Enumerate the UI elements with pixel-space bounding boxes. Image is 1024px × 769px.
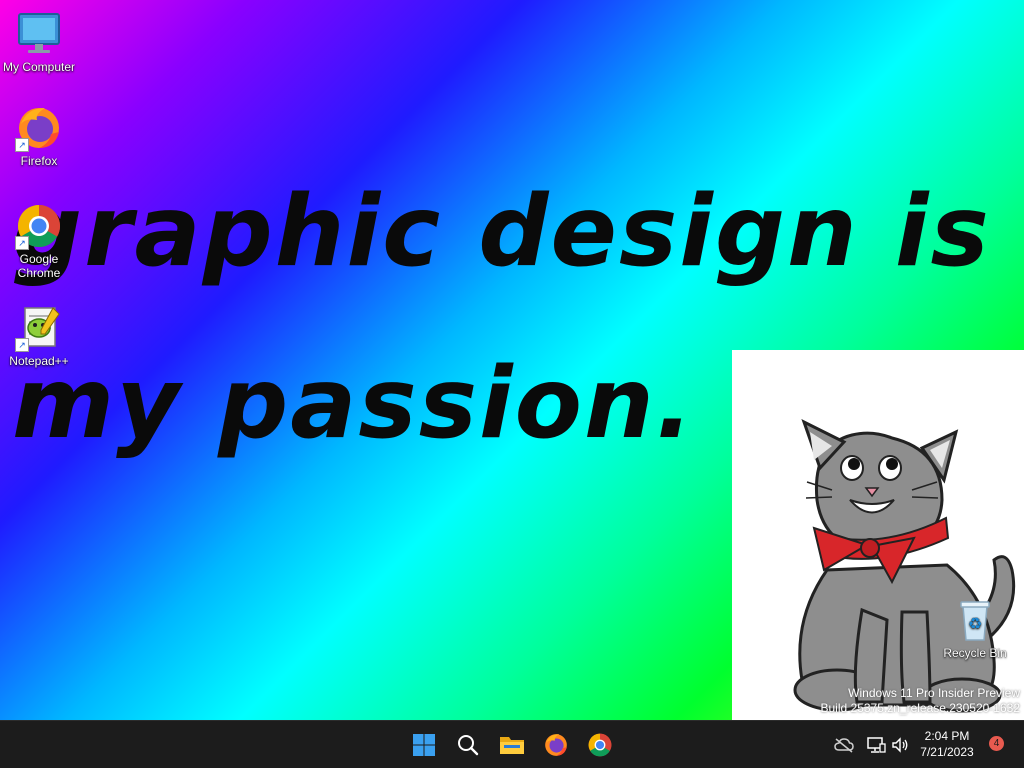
svg-text:♻: ♻: [968, 614, 982, 633]
start-button[interactable]: [408, 729, 440, 761]
desktop-icon-label: Notepad++: [9, 354, 69, 368]
onedrive-tray-button[interactable]: [834, 721, 856, 769]
watermark-line-1: Windows 11 Pro Insider Preview: [848, 686, 1020, 700]
volume-tray-button[interactable]: [891, 721, 911, 769]
notification-count-badge[interactable]: 4: [989, 736, 1004, 751]
windows-logo-icon: [413, 734, 435, 756]
firefox-taskbar-button[interactable]: [540, 729, 572, 761]
clock-time: 2:04 PM: [924, 729, 970, 743]
watermark-line-2: Build 25375.zn_release.230520-1632: [820, 701, 1021, 715]
network-tray-button[interactable]: [866, 721, 888, 769]
taskbar-clock[interactable]: 2:04 PM 7/21/2023: [914, 728, 980, 760]
notepadpp-icon: ↗: [15, 304, 63, 352]
chrome-taskbar-button[interactable]: [584, 729, 616, 761]
shortcut-arrow-icon: ↗: [15, 338, 29, 352]
desktop-icon-notepadpp[interactable]: ↗ Notepad++: [1, 304, 77, 368]
desktop-icon-label: Firefox: [20, 154, 58, 168]
wallpaper-cat-image: [732, 350, 1024, 720]
file-explorer-button[interactable]: [496, 729, 528, 761]
search-icon: [458, 735, 479, 756]
desktop-icon-my-computer[interactable]: My Computer: [1, 10, 77, 74]
speaker-icon: [892, 737, 908, 753]
clock-date: 7/21/2023: [920, 745, 974, 759]
folder-icon: [500, 737, 524, 754]
shortcut-arrow-icon: ↗: [15, 138, 29, 152]
desktop-icon-label: Google Chrome: [17, 252, 61, 280]
search-button[interactable]: [452, 729, 484, 761]
wallpaper-line-1: graphic design is: [12, 175, 991, 289]
desktop-icon-label: My Computer: [2, 60, 76, 74]
desktop-icon-firefox[interactable]: ↗ Firefox: [1, 104, 77, 168]
network-icon: [867, 737, 886, 753]
desktop[interactable]: graphic design is my passion. My Compute…: [0, 0, 1024, 720]
cloud-offline-icon: [834, 738, 854, 753]
firefox-icon: [545, 734, 567, 756]
shortcut-arrow-icon: ↗: [15, 236, 29, 250]
cat-illustration: [793, 419, 1016, 713]
desktop-icon-label: Recycle Bin: [943, 646, 1007, 660]
chrome-icon: [588, 733, 612, 757]
recycle-bin-icon: ♻: [951, 596, 999, 644]
windows-build-watermark: Windows 11 Pro Insider Preview Build 253…: [821, 686, 1021, 716]
taskbar: 2:04 PM 7/21/2023: [0, 720, 1024, 768]
desktop-icon-google-chrome[interactable]: ↗ Google Chrome: [1, 202, 77, 280]
firefox-icon: ↗: [15, 104, 63, 152]
chrome-icon: ↗: [15, 202, 63, 250]
desktop-icon-recycle-bin[interactable]: ♻ Recycle Bin: [937, 596, 1013, 660]
monitor-icon: [15, 10, 63, 58]
